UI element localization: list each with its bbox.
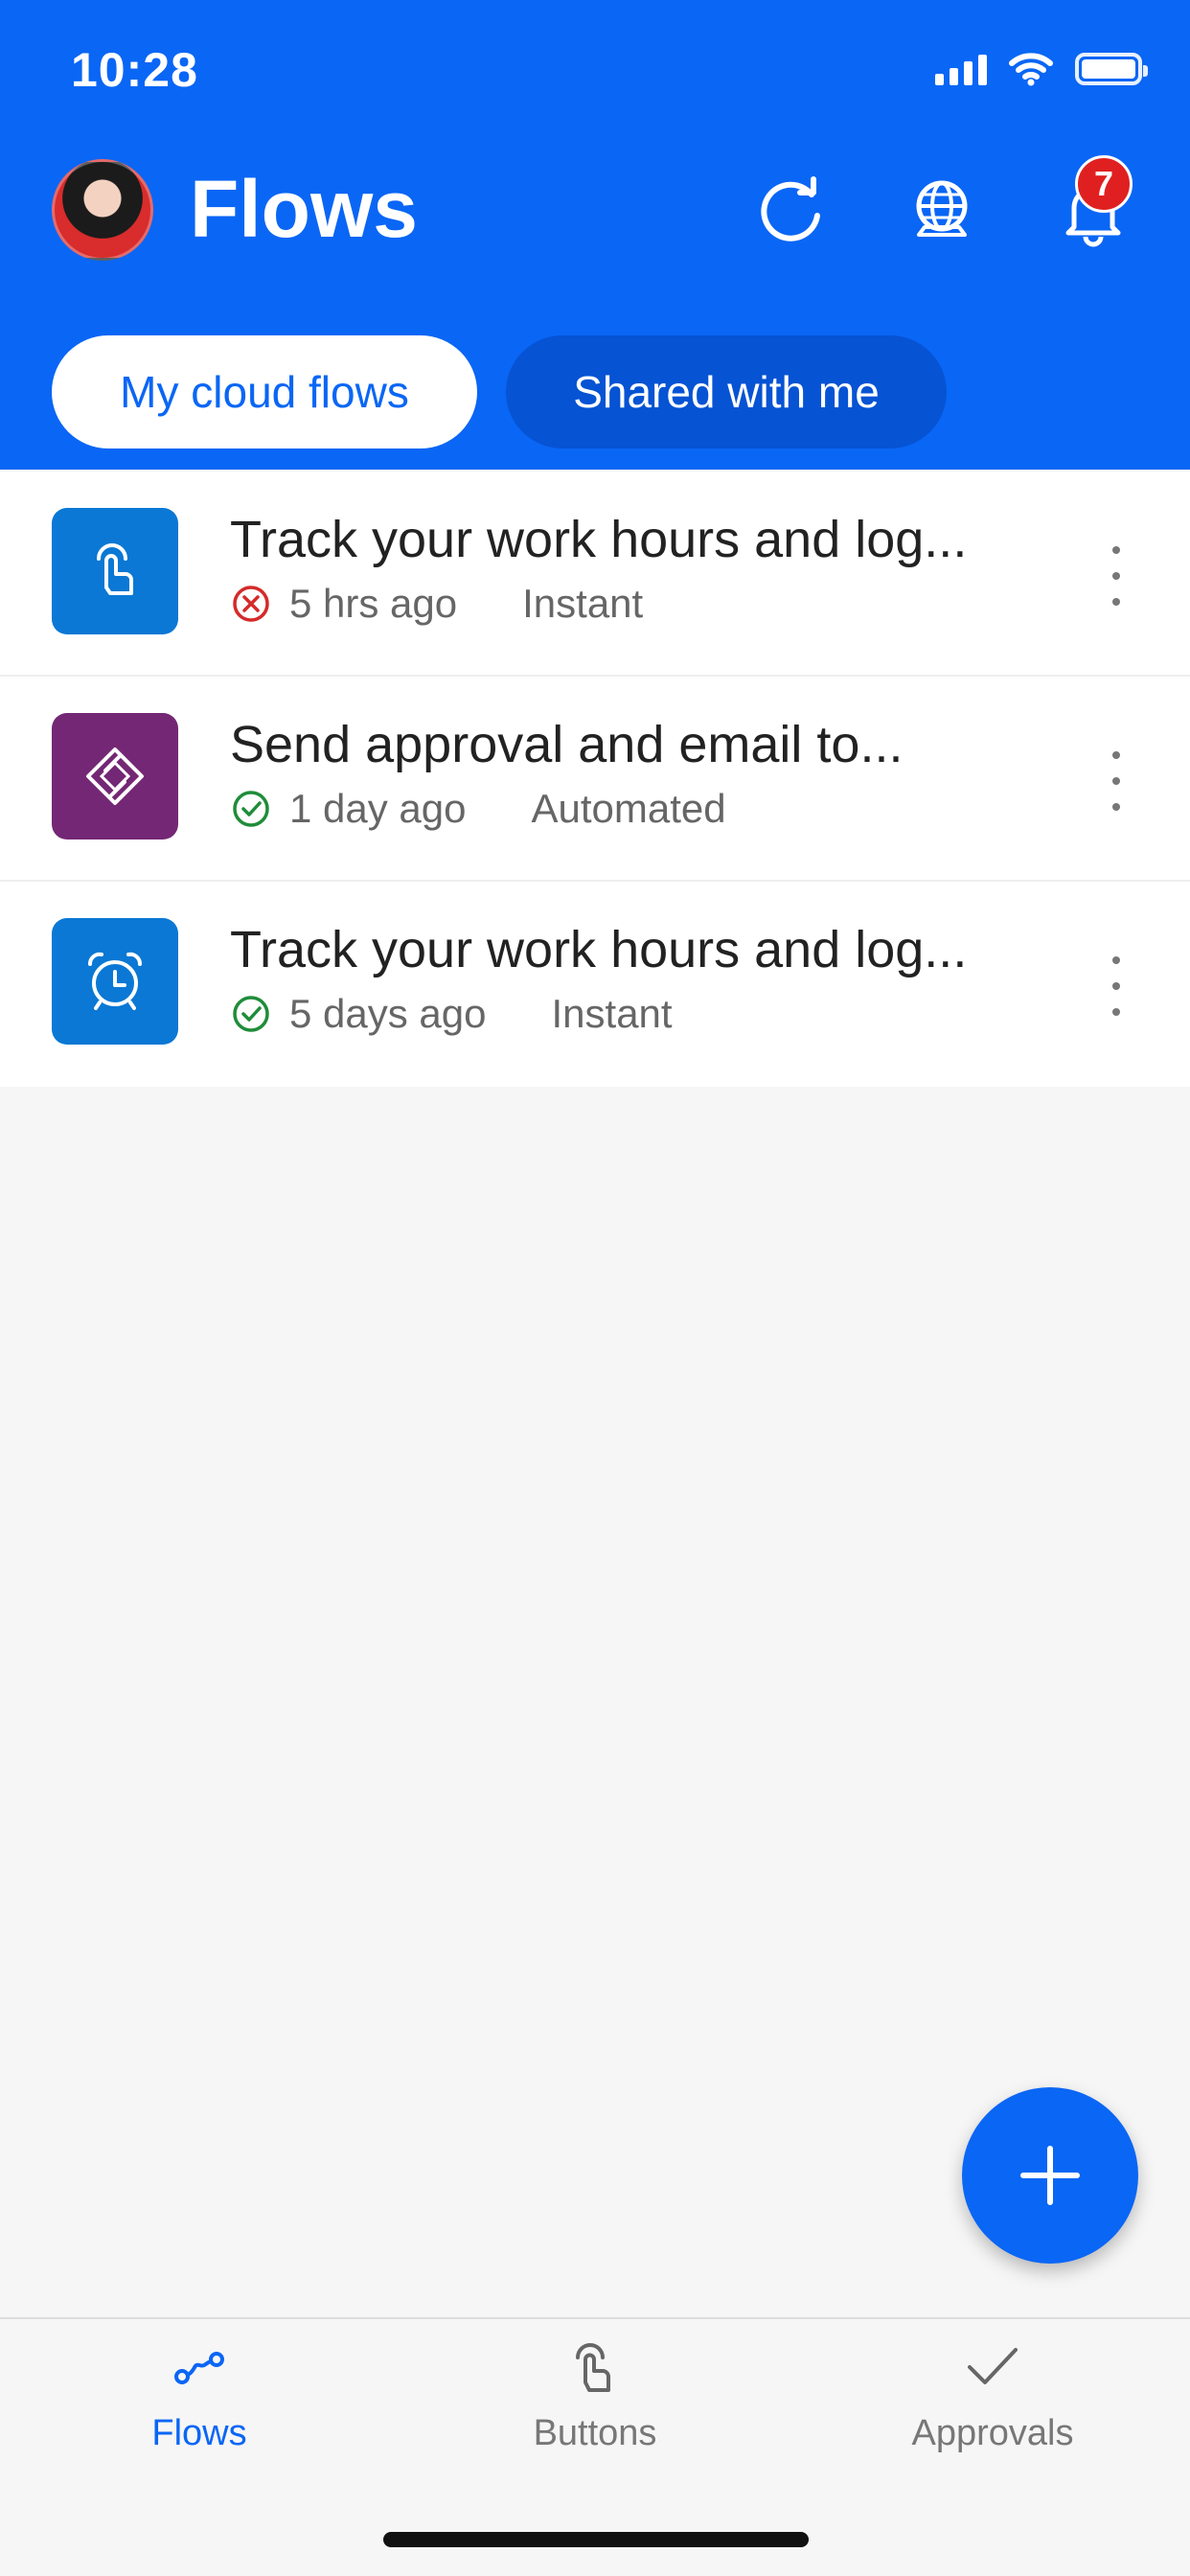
battery-icon [1075, 53, 1148, 85]
flow-meta: 5 hrs ago Instant [232, 581, 643, 627]
status-icons [935, 50, 1148, 88]
flow-type: Instant [522, 581, 644, 626]
flow-icon-tile [52, 508, 178, 634]
refresh-button[interactable] [747, 169, 834, 255]
profile-avatar[interactable] [52, 159, 153, 261]
flow-title: Track your work hours and log... [230, 921, 968, 978]
flow-last-run: 5 days ago [289, 991, 487, 1036]
checkmark-icon [968, 2348, 1018, 2384]
flow-last-run: 5 hrs ago [289, 581, 458, 626]
nav-flows-label: Flows [151, 2413, 247, 2453]
nav-buttons[interactable]: Buttons [451, 2338, 739, 2454]
page-title: Flows [190, 164, 419, 254]
flow-title: Send approval and email to... [230, 716, 904, 773]
more-options-button[interactable] [1110, 956, 1123, 1016]
more-options-button[interactable] [1110, 751, 1123, 811]
notification-badge: 7 [1075, 155, 1133, 213]
plus-icon [1020, 2146, 1080, 2205]
nav-flows[interactable]: Flows [56, 2338, 343, 2454]
list-item[interactable]: Track your work hours and log... 5 hrs a… [0, 472, 1190, 677]
cellular-signal-icon [935, 53, 987, 85]
touch-icon [576, 2343, 610, 2392]
flow-type: Automated [531, 786, 726, 831]
create-flow-button[interactable] [962, 2087, 1138, 2264]
refresh-icon [761, 176, 820, 242]
success-status-icon [233, 791, 269, 827]
home-indicator[interactable] [383, 2532, 809, 2547]
flow-icon-tile [52, 918, 178, 1045]
touch-icon [97, 543, 133, 595]
environment-button[interactable] [899, 169, 985, 255]
status-time: 10:28 [71, 43, 198, 97]
flow-list: Track your work hours and log... 5 hrs a… [0, 472, 1190, 1087]
powerapps-icon [86, 748, 144, 805]
app-header: 10:28 Flows 7 My cloud flows Shared with… [0, 0, 1190, 470]
flows-icon [174, 2352, 224, 2384]
wifi-icon [1009, 53, 1053, 86]
flow-last-run: 1 day ago [289, 786, 467, 831]
flow-title: Track your work hours and log... [230, 511, 968, 568]
nav-approvals-label: Approvals [911, 2413, 1074, 2453]
notifications-button[interactable]: 7 [1050, 155, 1136, 255]
nav-buttons-label: Buttons [533, 2413, 657, 2453]
flow-meta: 1 day ago Automated [232, 786, 726, 832]
tab-shared-with-me[interactable]: Shared with me [506, 335, 947, 448]
nav-approvals[interactable]: Approvals [849, 2338, 1136, 2454]
flow-meta: 5 days ago Instant [232, 991, 673, 1037]
more-options-button[interactable] [1110, 546, 1123, 606]
alarm-clock-icon [88, 952, 142, 1010]
list-item[interactable]: Track your work hours and log... 5 days … [0, 882, 1190, 1087]
failed-status-icon [233, 586, 269, 622]
tab-my-cloud-flows[interactable]: My cloud flows [52, 335, 477, 448]
globe-icon [916, 180, 968, 237]
list-item[interactable]: Send approval and email to... 1 day ago … [0, 677, 1190, 882]
flow-icon-tile [52, 713, 178, 840]
success-status-icon [233, 996, 269, 1032]
flow-type: Instant [551, 991, 673, 1036]
